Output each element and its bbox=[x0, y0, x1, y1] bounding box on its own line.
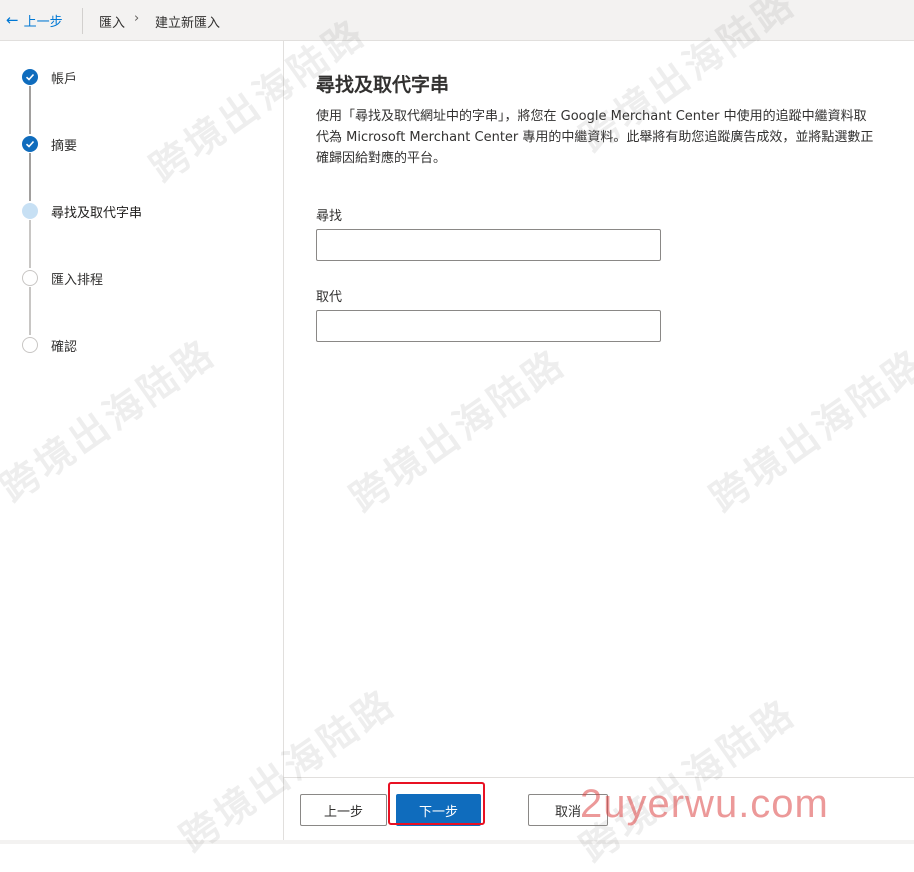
checkmark-icon bbox=[22, 69, 38, 85]
breadcrumb-imports[interactable]: 匯入 bbox=[99, 12, 125, 31]
next-button[interactable]: 下一步 bbox=[396, 794, 481, 826]
step-connector bbox=[29, 220, 31, 268]
find-input[interactable] bbox=[316, 229, 661, 261]
back-button[interactable]: ← 上一步 bbox=[6, 10, 63, 30]
find-label: 尋找 bbox=[316, 209, 343, 224]
chevron-right-icon: › bbox=[134, 11, 140, 26]
watermark: 跨境出海陆路 bbox=[342, 340, 574, 521]
footer-divider bbox=[284, 777, 914, 778]
divider bbox=[82, 8, 83, 34]
pending-step-icon bbox=[22, 337, 38, 353]
current-step-icon bbox=[22, 203, 38, 219]
wizard-stepper: 帳戶 摘要 尋找及取代字串 匯入排程 確認 bbox=[0, 41, 283, 844]
previous-button[interactable]: 上一步 bbox=[300, 794, 387, 826]
step-label: 確認 bbox=[51, 339, 78, 355]
step-account[interactable]: 帳戶 bbox=[22, 67, 77, 87]
replace-label: 取代 bbox=[316, 290, 343, 305]
step-connector bbox=[29, 153, 31, 201]
step-connector bbox=[29, 86, 31, 134]
bottom-strip bbox=[0, 840, 914, 844]
replace-input[interactable] bbox=[316, 310, 661, 342]
step-label: 帳戶 bbox=[51, 71, 78, 87]
cancel-button[interactable]: 取消 bbox=[528, 794, 608, 826]
pending-step-icon bbox=[22, 270, 38, 286]
breadcrumb-current: 建立新匯入 bbox=[155, 16, 221, 31]
step-label: 尋找及取代字串 bbox=[51, 205, 143, 221]
step-label: 摘要 bbox=[51, 138, 78, 154]
step-summary[interactable]: 摘要 bbox=[22, 134, 77, 154]
site-watermark: 2uyerwu.com bbox=[580, 782, 829, 826]
page-title: 尋找及取代字串 bbox=[316, 74, 450, 96]
step-connector bbox=[29, 287, 31, 335]
step-confirm: 確認 bbox=[22, 335, 77, 355]
top-bar: ← 上一步 匯入 › 建立新匯入 bbox=[0, 0, 914, 41]
step-label: 匯入排程 bbox=[51, 272, 104, 288]
watermark: 跨境出海陆路 bbox=[702, 340, 914, 521]
page-description: 使用「尋找及取代網址中的字串」，將您在 Google Merchant Cent… bbox=[316, 109, 874, 166]
step-schedule: 匯入排程 bbox=[22, 268, 103, 288]
step-find-replace[interactable]: 尋找及取代字串 bbox=[22, 201, 142, 221]
arrow-left-icon: ← bbox=[6, 10, 19, 29]
back-label: 上一步 bbox=[23, 14, 63, 30]
checkmark-icon bbox=[22, 136, 38, 152]
column-divider bbox=[283, 41, 284, 844]
